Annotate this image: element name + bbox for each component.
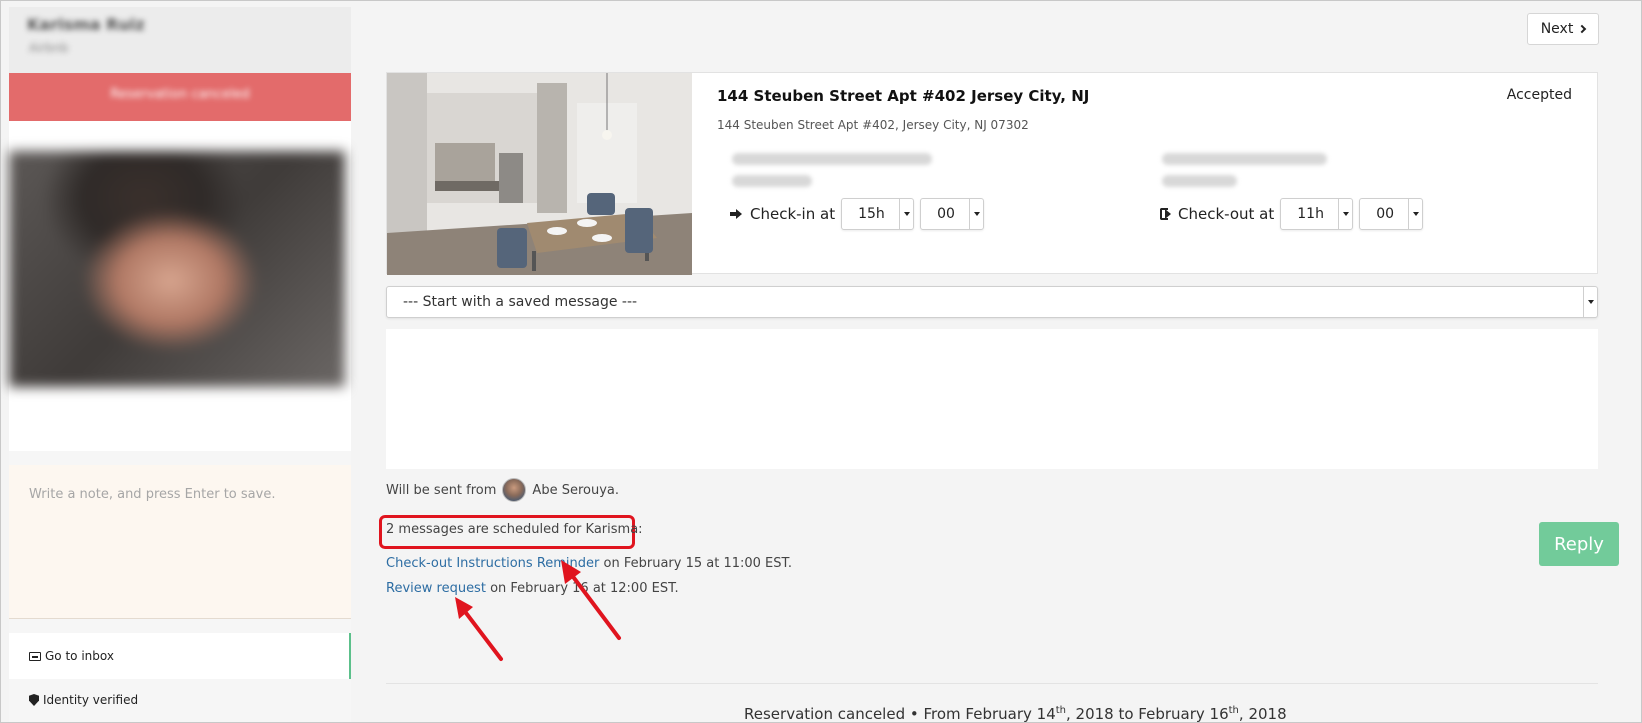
listing-title: 144 Steuben Street Apt #402 Jersey City,… [717,87,1090,105]
message-textarea[interactable] [386,329,1598,469]
banner-text: Reservation canceled [110,87,250,102]
scheduled-item: Review request on February 16 at 12:00 E… [386,581,679,596]
sign-out-icon [1160,208,1172,220]
guest-header: Karisma Ruiz Airbnb [9,7,351,73]
sender-avatar [502,478,527,502]
blurred-checkin-sub [732,175,812,187]
checkin-label: Check-in at [750,205,836,223]
identity-verified: Identity verified [29,693,138,707]
checkin-hour-select[interactable]: 15h [841,198,915,230]
chevron-right-icon [1578,24,1587,34]
shield-icon [29,694,39,706]
checkin-minute-value: 00 [937,206,955,222]
sign-in-icon [730,208,744,220]
guest-photo [9,151,345,387]
inbox-icon [29,651,41,661]
reply-button[interactable]: Reply [1539,522,1619,566]
sent-from-line: Will be sent from Abe Serouya. [386,478,619,502]
checkout-label: Check-out at [1178,205,1275,223]
checkout-hour-value: 11h [1297,206,1324,222]
checkout-hour-select[interactable]: 11h [1280,198,1354,230]
go-to-inbox-label: Go to inbox [45,649,114,663]
checkout-minute-select[interactable]: 00 [1359,198,1424,230]
go-to-inbox-row: Go to inbox [29,649,114,663]
annotation-arrow-icon [561,560,621,640]
checkin-group: Check-in at 15h 00 [730,198,985,230]
reservation-status-banner: Reservation canceled [9,73,351,121]
blurred-checkout-sub [1162,175,1237,187]
caret-down-icon [969,199,983,229]
saved-message-value: --- Start with a saved message --- [403,294,638,310]
annotation-arrow-icon [455,597,503,661]
checkout-group: Check-out at 11h 00 [1160,198,1424,230]
next-label: Next [1540,21,1574,37]
listing-photo-illustration [387,73,692,275]
checkin-minute-select[interactable]: 00 [920,198,985,230]
go-to-inbox-link[interactable]: Go to inbox [9,633,351,679]
guest-photo-container [9,121,351,451]
identity-verified-label: Identity verified [43,693,139,707]
listing-photo [387,73,692,275]
sent-from-prefix: Will be sent from [386,482,497,498]
guest-note-field[interactable]: Write a note, and press Enter to save. [9,465,351,619]
caret-down-icon [1338,199,1352,229]
guest-subtitle: Airbnb [29,41,69,55]
sender-name: Abe Serouya. [532,482,619,498]
listing-address: 144 Steuben Street Apt #402, Jersey City… [717,118,1029,132]
app-window: Karisma Ruiz Airbnb Reservation canceled… [0,0,1642,723]
checkout-minute-value: 00 [1376,206,1395,222]
caret-down-icon [1583,287,1597,317]
scheduled-item-time: on February 15 at 11:00 EST. [603,556,793,571]
note-placeholder: Write a note, and press Enter to save. [29,487,276,502]
divider [386,683,1598,684]
reservation-card: 144 Steuben Street Apt #402 Jersey City,… [386,72,1598,275]
guest-sidebar: Karisma Ruiz Airbnb Reservation canceled… [9,7,351,722]
reservation-summary-footer: Reservation canceled • From February 14t… [744,705,1287,723]
checkin-hour-value: 15h [858,206,885,222]
next-button[interactable]: Next [1527,13,1599,45]
guest-name: Karisma Ruiz [27,15,145,34]
caret-down-icon [1408,199,1422,229]
blurred-checkout-date [1162,153,1327,165]
scheduled-heading: 2 messages are scheduled for Karisma: [386,522,643,537]
caret-down-icon [899,199,913,229]
reservation-status: Accepted [1506,87,1572,103]
blurred-checkin-date [732,153,932,165]
saved-message-select[interactable]: --- Start with a saved message --- [386,286,1598,318]
